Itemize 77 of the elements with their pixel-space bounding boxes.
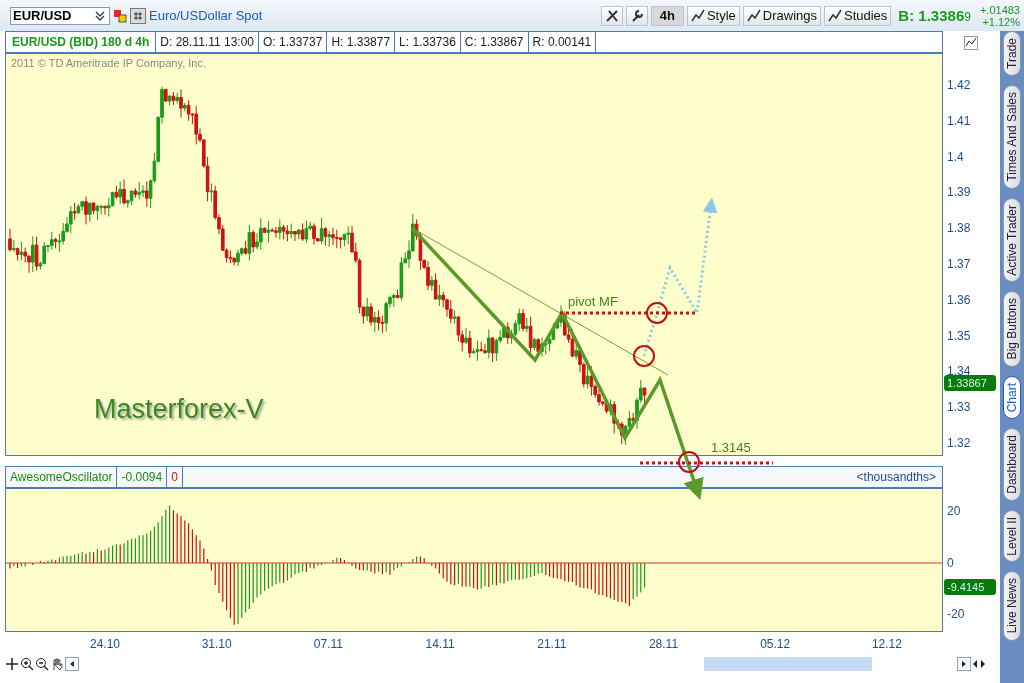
zoom-out-icon[interactable] (35, 657, 49, 671)
scroll-right-icon[interactable] (957, 657, 971, 671)
wrench-button[interactable] (625, 5, 648, 26)
last-value: -9.4145 (944, 579, 996, 595)
chart-annotation: pivot MF (568, 294, 618, 309)
toolbar-button[interactable]: Drawings (742, 5, 821, 26)
price-tick: 1.38 (947, 221, 971, 236)
hand-icon[interactable] (50, 657, 64, 671)
copyright-text: 2011 © TD Ameritrade IP Company, Inc. (11, 57, 206, 69)
grid-button[interactable] (130, 7, 146, 24)
toolbar-button[interactable]: Style (686, 5, 740, 26)
price-tick: 1.36 (947, 292, 971, 307)
tools-button[interactable] (600, 5, 623, 26)
info-cell: EUR/USD (BID) 180 d 4h (6, 32, 157, 52)
indicator-value: 0 (167, 467, 183, 487)
timeframe-button[interactable]: 4h (650, 5, 684, 26)
price-tick: 1.42 (947, 78, 971, 92)
side-tab[interactable]: Active Trader (1003, 197, 1021, 283)
toolbar-button[interactable]: Studies (824, 5, 892, 26)
date-tick: 31.10 (201, 637, 232, 651)
oscillator-tick: -20 (947, 607, 965, 621)
info-cell: L: 1.33736 (395, 32, 461, 52)
price-tick: 1.35 (947, 328, 971, 343)
date-tick: 12.12 (871, 637, 902, 651)
crosshair-icon[interactable] (5, 657, 19, 671)
price-tick: 1.33 (947, 400, 971, 415)
oscillator-tick: 20 (947, 504, 961, 518)
price-tick: 1.4 (947, 149, 964, 164)
price-change: +.01483 (979, 3, 1020, 16)
units-label: <thousandths> (856, 470, 937, 484)
last-price: 1.33867 (944, 375, 996, 391)
price-tick: 1.41 (947, 113, 971, 128)
dropdown-arrow-icon (93, 8, 107, 23)
symbol-field[interactable]: EUR/USD (10, 6, 110, 25)
info-cell: H: 1.33877 (327, 32, 396, 52)
side-tab[interactable]: Live News (1003, 571, 1021, 641)
expand-icon[interactable] (972, 657, 986, 671)
bid-price: B: 1.33869 (898, 7, 971, 24)
price-tick: 1.39 (947, 185, 971, 200)
overlay-title: Masterforex-V (94, 394, 264, 425)
info-cell: D: 28.11.11 13:00 (156, 32, 259, 52)
side-tab[interactable]: Big Buttons (1003, 291, 1021, 367)
side-tab[interactable]: Dashboard (1003, 427, 1021, 501)
chart-annotation: 1.3145 (711, 440, 751, 455)
zoom-in-icon[interactable] (20, 657, 34, 671)
side-tab[interactable]: Trade (1003, 31, 1021, 76)
date-tick: 21.11 (537, 637, 567, 651)
price-tick: 1.32 (947, 436, 971, 450)
crossed-tools-icon (604, 8, 619, 23)
indicator-name: AwesomeOscillator (6, 467, 118, 487)
date-tick: 28.11 (648, 637, 679, 651)
circle-marker (633, 345, 655, 367)
percent-change: +1.12% (982, 15, 1020, 28)
info-cell: R: 0.00141 (528, 32, 597, 52)
scroll-left-icon[interactable] (65, 657, 79, 671)
colored-squares-icon[interactable] (113, 8, 127, 23)
chart-style-icon[interactable] (964, 36, 978, 50)
side-tab[interactable]: Chart (1003, 375, 1021, 419)
oscillator-tick: 0 (947, 555, 954, 570)
symbol-description: Euro/USDollar Spot (149, 8, 263, 23)
circle-marker (646, 302, 668, 324)
info-cell: C: 1.33867 (460, 32, 529, 52)
line-chart-icon (828, 8, 842, 23)
line-chart-icon (746, 8, 761, 23)
price-tick: 1.37 (947, 257, 971, 271)
side-tab[interactable]: Level II (1003, 509, 1021, 563)
date-tick: 14.11 (425, 637, 455, 651)
indicator-value: -0.0094 (117, 467, 168, 487)
scrollbar-thumb[interactable] (704, 657, 872, 671)
info-cell: O: 1.33737 (259, 32, 328, 52)
circle-marker (678, 451, 700, 473)
date-tick: 07.11 (313, 637, 343, 651)
hash-icon (133, 10, 143, 21)
date-tick: 24.10 (90, 637, 120, 651)
line-chart-icon (690, 8, 705, 23)
side-tab[interactable]: Times And Sales (1003, 84, 1021, 189)
date-tick: 05.12 (760, 637, 791, 651)
